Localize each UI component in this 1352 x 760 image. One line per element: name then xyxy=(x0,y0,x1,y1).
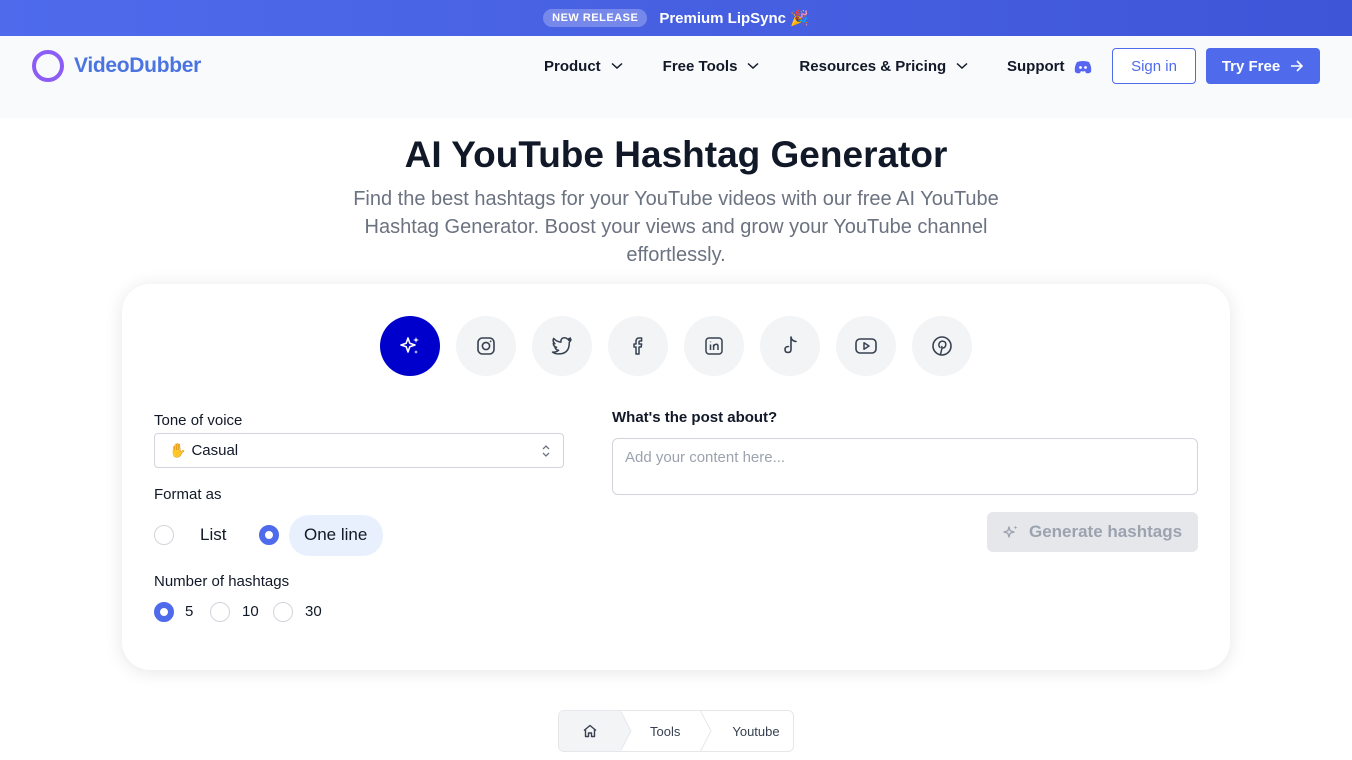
platform-youtube-button[interactable] xyxy=(836,316,896,376)
discord-icon xyxy=(1074,60,1091,73)
breadcrumb-separator xyxy=(620,711,632,751)
linkedin-icon xyxy=(705,337,723,355)
count-5-radio[interactable] xyxy=(154,602,174,622)
generate-hashtags-button[interactable]: Generate hashtags xyxy=(987,512,1198,552)
logo-text: VideoDubber xyxy=(74,54,201,77)
count-label: Number of hashtags xyxy=(154,573,290,590)
menu-resources-label: Resources & Pricing xyxy=(799,57,947,75)
breadcrumb-home[interactable] xyxy=(559,711,621,751)
menu-free-tools-label: Free Tools xyxy=(662,57,738,75)
chevron-down-icon xyxy=(956,62,968,70)
page-subtitle: Find the best hashtags for your YouTube … xyxy=(353,188,999,266)
facebook-icon xyxy=(633,337,643,355)
platform-pinterest-button[interactable] xyxy=(912,316,972,376)
top-nav: VideoDubber Product Free Tools Resources… xyxy=(0,36,1352,96)
breadcrumb-youtube: Youtube xyxy=(732,723,780,739)
support-label: Support xyxy=(1007,58,1065,75)
format-one-line-radio[interactable] xyxy=(259,525,279,545)
platform-ai-button[interactable] xyxy=(380,316,440,376)
arrow-right-icon xyxy=(1291,60,1304,72)
platform-twitter-button[interactable] xyxy=(532,316,592,376)
sparkles-icon xyxy=(1003,525,1018,538)
instagram-icon xyxy=(477,337,495,355)
count-10-label[interactable]: 10 xyxy=(242,603,259,620)
menu-free-tools[interactable]: Free Tools xyxy=(663,58,760,75)
platform-linkedin-button[interactable] xyxy=(684,316,744,376)
breadcrumb-separator xyxy=(700,711,712,751)
post-label: What's the post about? xyxy=(612,409,778,426)
format-label: Format as xyxy=(154,486,222,503)
count-5-label[interactable]: 5 xyxy=(185,603,193,620)
tone-label: Tone of voice xyxy=(154,412,243,429)
count-30-radio[interactable] xyxy=(273,602,293,622)
generator-card: Tone of voice ✋ Casual Format as List On… xyxy=(122,284,1230,670)
banner-text[interactable]: Premium LipSync 🎉 xyxy=(659,9,809,27)
raised-hand-icon: ✋ xyxy=(169,442,187,458)
breadcrumb: Tools Youtube xyxy=(558,710,794,752)
try-free-button[interactable]: Try Free xyxy=(1206,48,1320,84)
tone-select[interactable]: ✋ Casual xyxy=(154,433,564,468)
menu-product[interactable]: Product xyxy=(544,58,623,75)
release-banner[interactable]: NEW RELEASE Premium LipSync 🎉 xyxy=(0,0,1352,36)
count-30-label[interactable]: 30 xyxy=(305,603,322,620)
new-release-badge: NEW RELEASE xyxy=(543,9,648,27)
post-content-input[interactable]: Add your content here... xyxy=(612,438,1198,495)
platform-tiktok-button[interactable] xyxy=(760,316,820,376)
twitter-icon xyxy=(551,337,572,355)
youtube-icon xyxy=(855,338,877,354)
logo-ring-icon xyxy=(32,50,64,82)
home-icon xyxy=(583,724,597,738)
try-free-label: Try Free xyxy=(1221,57,1281,75)
select-updown-icon xyxy=(542,445,550,457)
menu-resources-pricing[interactable]: Resources & Pricing xyxy=(799,58,968,75)
main-menu: Product Free Tools Resources & Pricing xyxy=(544,36,1008,96)
logo[interactable]: VideoDubber xyxy=(32,50,201,82)
format-list-label[interactable]: List xyxy=(200,525,226,545)
tone-value: Casual xyxy=(191,442,239,459)
generate-label: Generate hashtags xyxy=(1028,522,1183,541)
page-title: AI YouTube Hashtag Generator xyxy=(404,134,948,175)
sparkles-icon xyxy=(400,337,419,354)
menu-product-label: Product xyxy=(544,57,601,75)
format-one-line-label[interactable]: One line xyxy=(304,525,367,545)
count-10-radio[interactable] xyxy=(210,602,230,622)
tiktok-icon xyxy=(784,336,797,354)
platform-selector xyxy=(380,316,972,376)
format-list-radio[interactable] xyxy=(154,525,174,545)
chevron-down-icon xyxy=(747,62,759,70)
support-link[interactable]: Support xyxy=(1007,58,1092,75)
chevron-down-icon xyxy=(611,62,623,70)
platform-instagram-button[interactable] xyxy=(456,316,516,376)
breadcrumb-tools[interactable]: Tools xyxy=(650,724,680,739)
sign-in-button[interactable]: Sign in xyxy=(1112,48,1196,84)
pinterest-icon xyxy=(932,336,952,356)
platform-facebook-button[interactable] xyxy=(608,316,668,376)
